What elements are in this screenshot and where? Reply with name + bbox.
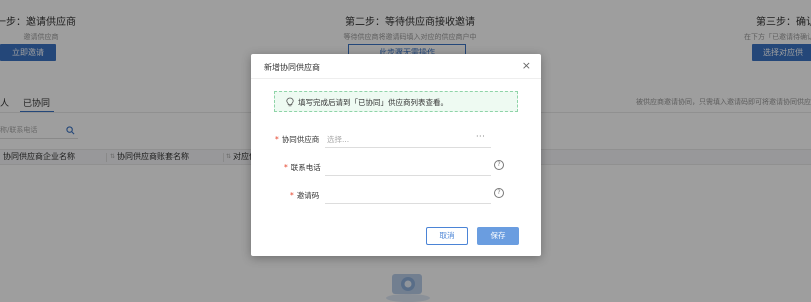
notice-text: 填写完成后请到「已协同」供应商列表查看。 bbox=[298, 98, 448, 107]
lightbulb-icon bbox=[286, 97, 294, 107]
phone-label-text: 联系电话 bbox=[290, 163, 321, 172]
phone-field[interactable] bbox=[327, 158, 489, 174]
cancel-button[interactable]: 取消 bbox=[426, 227, 468, 245]
required-marker: * bbox=[290, 191, 294, 200]
phone-field-label: * 联系电话 bbox=[284, 162, 321, 173]
modal-header: 新增协同供应商 × bbox=[251, 54, 541, 79]
invite-code-field-underline bbox=[325, 203, 491, 204]
more-options-icon[interactable]: ··· bbox=[476, 132, 485, 141]
supplier-field-underline bbox=[325, 147, 491, 148]
help-icon[interactable]: ? bbox=[494, 188, 504, 198]
invite-code-field-label: * 邀请码 bbox=[290, 190, 319, 201]
required-marker: * bbox=[275, 135, 279, 144]
add-supplier-modal: 新增协同供应商 × 填写完成后请到「已协同」供应商列表查看。 * 协同供应商 选择… bbox=[251, 54, 541, 256]
invite-code-label-text: 邀请码 bbox=[296, 191, 320, 200]
help-icon[interactable]: ? bbox=[494, 160, 504, 170]
phone-field-underline bbox=[325, 175, 491, 176]
close-icon[interactable]: × bbox=[522, 60, 531, 72]
notice-banner: 填写完成后请到「已协同」供应商列表查看。 bbox=[274, 91, 518, 112]
supplier-label-text: 协同供应商 bbox=[281, 135, 320, 144]
supplier-select[interactable]: 选择... bbox=[327, 134, 349, 145]
required-marker: * bbox=[284, 163, 288, 172]
supplier-field-label: * 协同供应商 bbox=[275, 134, 319, 145]
save-button[interactable]: 保存 bbox=[477, 227, 519, 245]
invite-code-field[interactable] bbox=[327, 186, 489, 202]
modal-title: 新增协同供应商 bbox=[264, 63, 320, 72]
